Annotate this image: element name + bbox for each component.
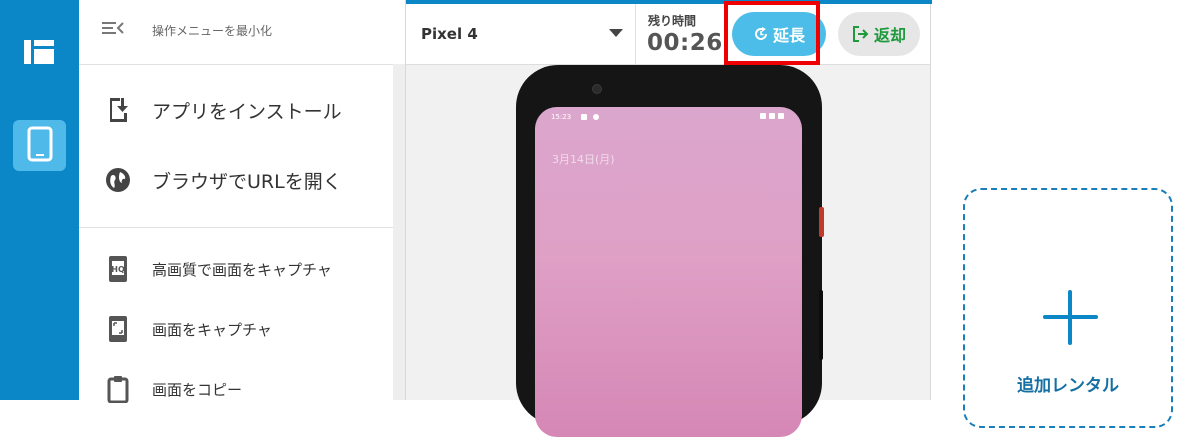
install-app-icon — [103, 95, 133, 125]
left-rail — [0, 0, 79, 400]
collapse-menu-label: 操作メニューを最小化 — [152, 23, 273, 38]
smartphone-icon — [27, 126, 53, 166]
device-select[interactable]: Pixel 4 — [406, 4, 636, 64]
menu-item-open-url[interactable]: ブラウザでURLを開く — [79, 162, 393, 198]
device-view-button[interactable] — [13, 120, 66, 171]
menu-item-label: 画面をキャプチャ — [152, 320, 272, 339]
device-mirror[interactable]: 15:23 3月14日(月) — [516, 65, 824, 437]
menu-item-label: 高画質で画面をキャプチャ — [152, 260, 332, 279]
menu-item-install-app[interactable]: アプリをインストール — [79, 92, 393, 128]
volume-button — [819, 290, 823, 360]
menu-scrollbar[interactable] — [393, 64, 405, 400]
menu-header: 操作メニューを最小化 — [79, 0, 405, 65]
operation-menu: 操作メニューを最小化 アプリをインストール ブラウザでURLを開く HQ 高画質… — [79, 0, 405, 403]
settings-icon — [593, 114, 599, 120]
plus-icon-vertical — [1068, 290, 1072, 345]
device-panel: Pixel 4 残り時間 00:26 延長 返却 15:23 3月14日(月) — [405, 0, 932, 437]
highlight-box — [724, 1, 820, 65]
menu-item-label: ブラウザでURLを開く — [152, 170, 342, 193]
lock-screen-date: 3月14日(月) — [552, 153, 615, 166]
notification-icon — [581, 114, 587, 120]
add-rental-card[interactable]: 追加レンタル — [963, 188, 1173, 428]
status-bar-time: 15:23 — [551, 113, 572, 121]
panel-layout-icon — [22, 38, 56, 70]
menu-divider — [79, 227, 393, 228]
front-camera — [592, 84, 602, 94]
wifi-icon — [769, 113, 775, 119]
device-name: Pixel 4 — [421, 25, 478, 43]
cast-icon — [760, 113, 766, 119]
return-label: 返却 — [873, 28, 906, 45]
exit-icon — [852, 25, 870, 43]
menu-item-hq-capture[interactable]: HQ 高画質で画面をキャプチャ — [79, 252, 393, 286]
menu-item-label: 画面をコピー — [152, 380, 243, 399]
remaining-time-label: 残り時間 — [648, 14, 697, 28]
remaining-time-value: 00:26 — [647, 30, 723, 56]
hq-capture-icon: HQ — [103, 254, 133, 284]
device-toolbar: Pixel 4 残り時間 00:26 延長 返却 — [406, 1, 930, 65]
collapse-menu-icon — [101, 19, 125, 41]
globe-icon — [103, 165, 133, 195]
menu-item-copy-screen[interactable]: 画面をコピー — [79, 372, 393, 406]
capture-icon — [103, 314, 133, 344]
menu-item-capture[interactable]: 画面をキャプチャ — [79, 312, 393, 346]
device-screen[interactable]: 15:23 3月14日(月) — [535, 107, 802, 437]
chevron-down-icon — [609, 29, 623, 37]
power-button — [819, 207, 824, 237]
return-button[interactable]: 返却 — [838, 12, 920, 56]
collapse-menu-button[interactable]: 操作メニューを最小化 — [101, 19, 272, 41]
battery-icon — [778, 113, 784, 119]
menu-item-label: アプリをインストール — [152, 100, 342, 123]
status-icons — [760, 113, 784, 119]
svg-text:HQ: HQ — [111, 265, 125, 274]
layout-toggle-button[interactable] — [17, 34, 61, 74]
add-rental-label: 追加レンタル — [1017, 376, 1119, 396]
